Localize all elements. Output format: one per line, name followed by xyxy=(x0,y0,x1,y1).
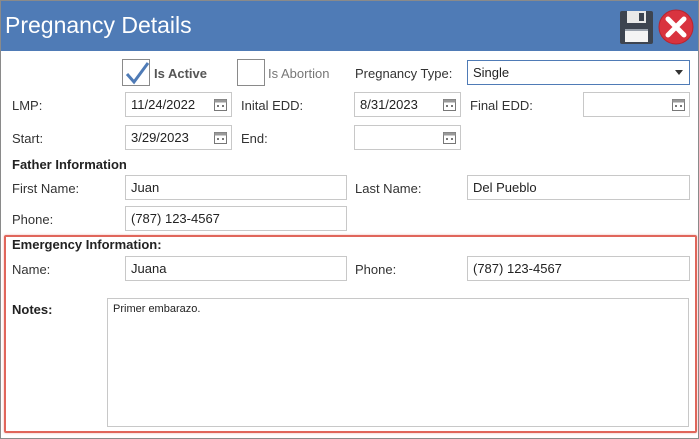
calendar-icon[interactable] xyxy=(214,98,227,111)
lmp-value: 11/24/2022 xyxy=(131,97,196,112)
is-abortion-label: Is Abortion xyxy=(268,66,330,81)
father-last-name-label: Last Name: xyxy=(355,181,422,196)
lmp-label: LMP: xyxy=(12,98,43,113)
floppy-disk-icon xyxy=(620,11,653,44)
calendar-icon[interactable] xyxy=(214,131,227,144)
father-first-name-value: Juan xyxy=(131,180,160,195)
pregnancy-type-label: Pregnancy Type: xyxy=(355,66,453,81)
is-abortion-checkbox[interactable] xyxy=(237,59,265,86)
father-first-name-input[interactable]: Juan xyxy=(125,175,347,200)
father-phone-input[interactable]: (787) 123-4567 xyxy=(125,206,347,231)
save-button[interactable] xyxy=(618,8,656,46)
pregnancy-type-select[interactable]: Single xyxy=(467,60,690,85)
is-active-checkbox[interactable] xyxy=(122,59,150,86)
end-label: End: xyxy=(241,131,268,146)
lmp-date-field[interactable]: 11/24/2022 xyxy=(125,92,232,117)
calendar-icon[interactable] xyxy=(672,98,685,111)
father-info-heading: Father Information xyxy=(12,157,127,172)
emergency-section-highlight xyxy=(4,235,697,433)
title-bar: Pregnancy Details xyxy=(1,1,698,51)
inital-edd-value: 8/31/2023 xyxy=(360,97,418,112)
pregnancy-type-value: Single xyxy=(473,65,510,80)
calendar-icon[interactable] xyxy=(443,131,456,144)
pregnancy-details-window: Pregnancy Details Is Active Is Abortion … xyxy=(0,0,699,439)
start-value: 3/29/2023 xyxy=(131,130,189,145)
close-x-icon xyxy=(658,9,694,45)
close-button[interactable] xyxy=(657,8,695,46)
chevron-down-icon xyxy=(675,70,683,75)
start-label: Start: xyxy=(12,131,44,146)
father-last-name-input[interactable]: Del Pueblo xyxy=(467,175,690,200)
father-phone-label: Phone: xyxy=(12,212,54,227)
father-last-name-value: Del Pueblo xyxy=(473,180,537,195)
calendar-icon[interactable] xyxy=(443,98,456,111)
final-edd-date-field[interactable] xyxy=(583,92,690,117)
window-title: Pregnancy Details xyxy=(5,12,192,38)
inital-edd-label: Inital EDD: xyxy=(241,98,304,113)
final-edd-label: Final EDD: xyxy=(470,98,533,113)
father-first-name-label: First Name: xyxy=(12,181,80,196)
end-date-field[interactable] xyxy=(354,125,461,150)
checkmark-icon xyxy=(125,62,150,85)
inital-edd-date-field[interactable]: 8/31/2023 xyxy=(354,92,461,117)
father-phone-value: (787) 123-4567 xyxy=(131,211,220,226)
is-active-label: Is Active xyxy=(154,66,207,81)
start-date-field[interactable]: 3/29/2023 xyxy=(125,125,232,150)
